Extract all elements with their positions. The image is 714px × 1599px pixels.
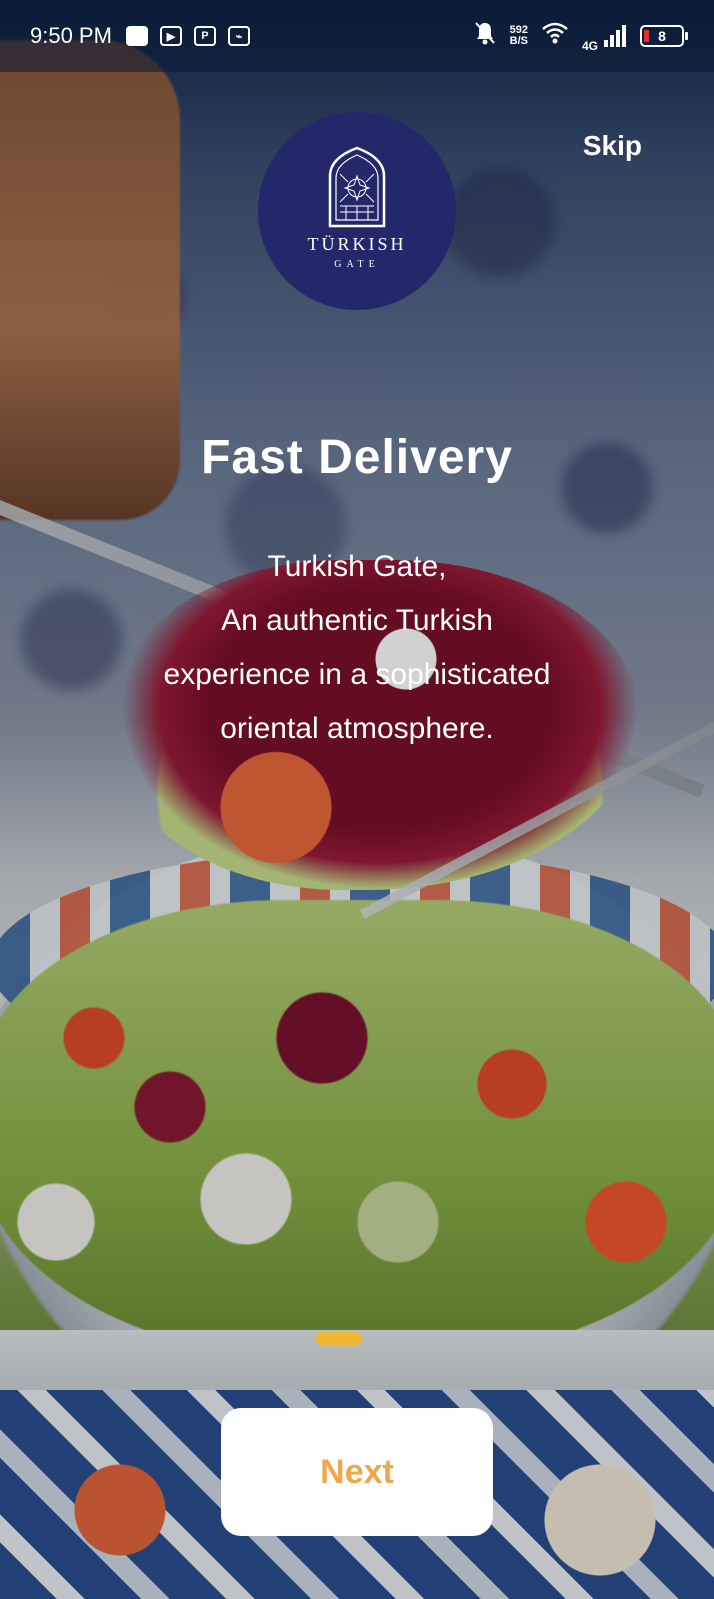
activity-icon: ⌁ [227, 26, 250, 46]
net-speed: 592 B/S [510, 25, 528, 47]
signal-icon [604, 25, 626, 47]
net-speed-unit: B/S [509, 35, 528, 47]
video-icon: ▶ [159, 26, 182, 46]
description-line: experience in a sophisticated [163, 658, 551, 691]
logo-sub-text: GATE [334, 259, 380, 270]
description-line: oriental atmosphere. [220, 712, 494, 745]
mute-bell-icon [474, 21, 496, 51]
status-bar: 9:50 PM ▶ P ⌁ 592 B/S 4G 8 [0, 0, 714, 72]
description-line: An authentic Turkish [221, 604, 493, 637]
wifi-icon [542, 22, 568, 50]
onboarding-title: Fast Delivery [201, 431, 513, 484]
description-line: Turkish Gate, [267, 550, 447, 583]
turkish-gate-logo: TÜRKISH GATE [258, 112, 456, 310]
status-right-icons: 592 B/S 4G 8 [474, 19, 688, 53]
network-type: 4G [581, 39, 598, 53]
battery-level: 8 [658, 28, 666, 44]
page-indicator-active [316, 1332, 362, 1346]
paytm-icon: P [193, 26, 216, 46]
next-button[interactable]: Next [221, 1408, 493, 1536]
status-time: 9:50 PM [30, 23, 112, 48]
gate-arch-icon [328, 146, 386, 228]
logo-brand-text: TÜRKISH [307, 234, 407, 254]
onboarding-description: Turkish Gate, An authentic Turkish exper… [107, 540, 607, 756]
battery-icon: 8 [640, 25, 688, 47]
app-notification-icon [125, 26, 148, 46]
skip-button[interactable]: Skip [583, 130, 642, 162]
notification-icons: ▶ P ⌁ [125, 26, 250, 46]
